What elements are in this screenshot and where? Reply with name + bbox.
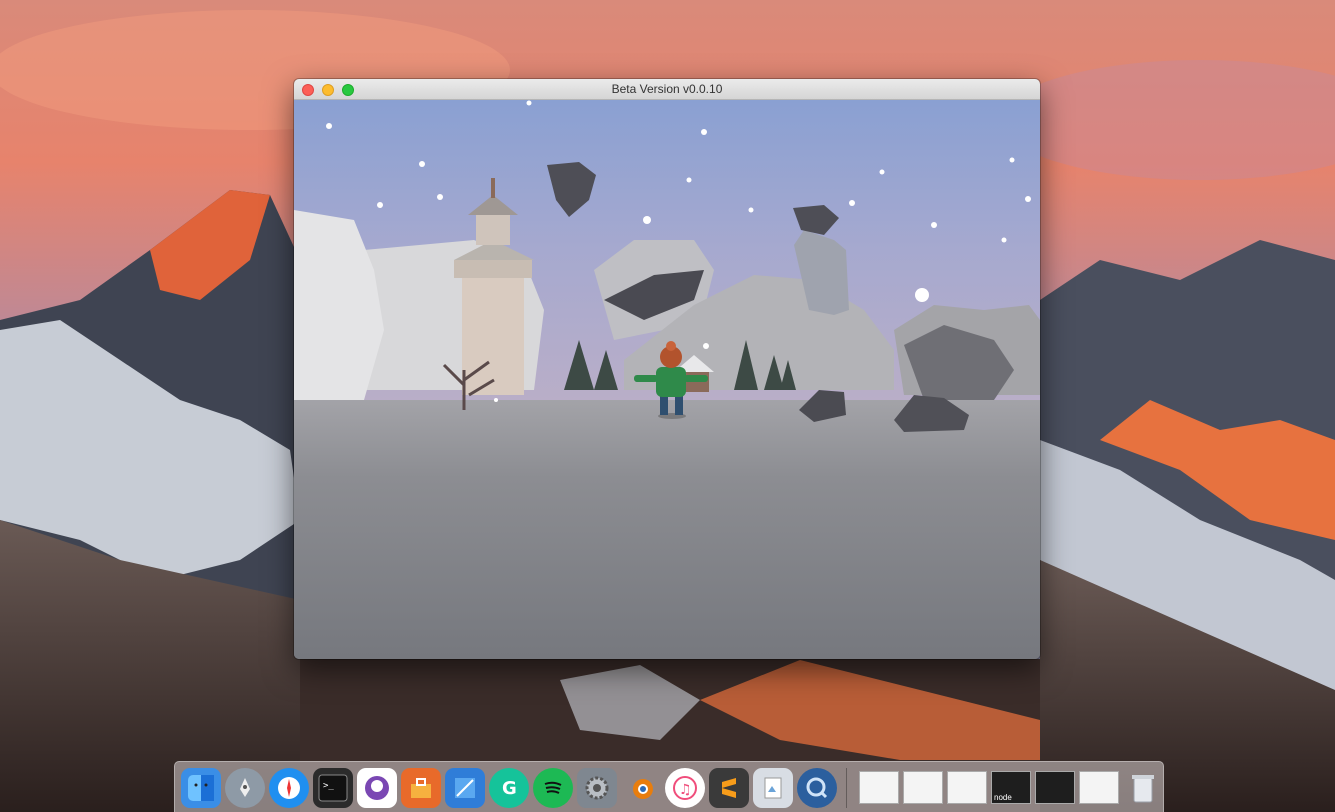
toolbox-icon <box>411 778 431 798</box>
dock-itunes[interactable]: ♫ <box>665 768 705 808</box>
octocat-icon <box>365 776 389 800</box>
rocket-icon <box>240 778 250 797</box>
gear-icon <box>585 776 609 800</box>
minimized-window-thumbnail[interactable] <box>947 771 987 804</box>
svg-text:>_: >_ <box>323 781 334 791</box>
minimized-window-thumbnail[interactable] <box>859 771 899 804</box>
sublime-icon <box>722 778 736 798</box>
music-icon: ♫ <box>673 776 697 800</box>
hammer-icon <box>455 778 475 798</box>
dock-terminal[interactable]: >_ <box>313 768 353 808</box>
dock-xcode[interactable] <box>445 768 485 808</box>
dock: >_ G ♫ node <box>174 761 1164 812</box>
svg-text:G: G <box>502 778 517 799</box>
window-title: Beta Version v0.0.10 <box>611 82 723 96</box>
dock-blender[interactable] <box>621 768 661 808</box>
svg-text:♫: ♫ <box>679 782 692 798</box>
dock-separator <box>846 768 847 808</box>
minimized-terminal-thumbnail[interactable]: node <box>991 771 1031 804</box>
blender-icon <box>633 779 653 799</box>
dock-preview[interactable] <box>753 768 793 808</box>
compass-icon <box>278 777 300 799</box>
dock-system-preferences[interactable] <box>577 768 617 808</box>
trash-icon <box>1132 775 1154 803</box>
dock-grammarly[interactable]: G <box>489 768 529 808</box>
game-window: Beta Version v0.0.10 <box>294 79 1040 659</box>
dock-sublime-text[interactable] <box>709 768 749 808</box>
dock-launchpad[interactable] <box>225 768 265 808</box>
dock-trash[interactable] <box>1123 768 1163 808</box>
ground <box>294 400 1040 659</box>
preview-icon <box>764 777 782 799</box>
dock-safari[interactable] <box>269 768 309 808</box>
dock-github[interactable] <box>357 768 397 808</box>
grammarly-icon: G <box>502 778 517 799</box>
minimized-window-thumbnail[interactable] <box>903 771 943 804</box>
thumbnail-label: node <box>994 793 1012 802</box>
terminal-icon: >_ <box>318 774 348 802</box>
window-titlebar[interactable]: Beta Version v0.0.10 <box>294 79 1040 100</box>
spotify-icon <box>544 781 562 794</box>
finder-icon <box>188 775 214 801</box>
minimized-terminal-thumbnail[interactable] <box>1035 771 1075 804</box>
dock-finder[interactable] <box>181 768 221 808</box>
game-viewport[interactable] <box>294 100 1040 659</box>
dock-spotify[interactable] <box>533 768 573 808</box>
dock-quicktime[interactable] <box>797 768 837 808</box>
minimized-window-thumbnail[interactable] <box>1079 771 1119 804</box>
dock-toolbox[interactable] <box>401 768 441 808</box>
quicktime-icon <box>806 777 828 799</box>
